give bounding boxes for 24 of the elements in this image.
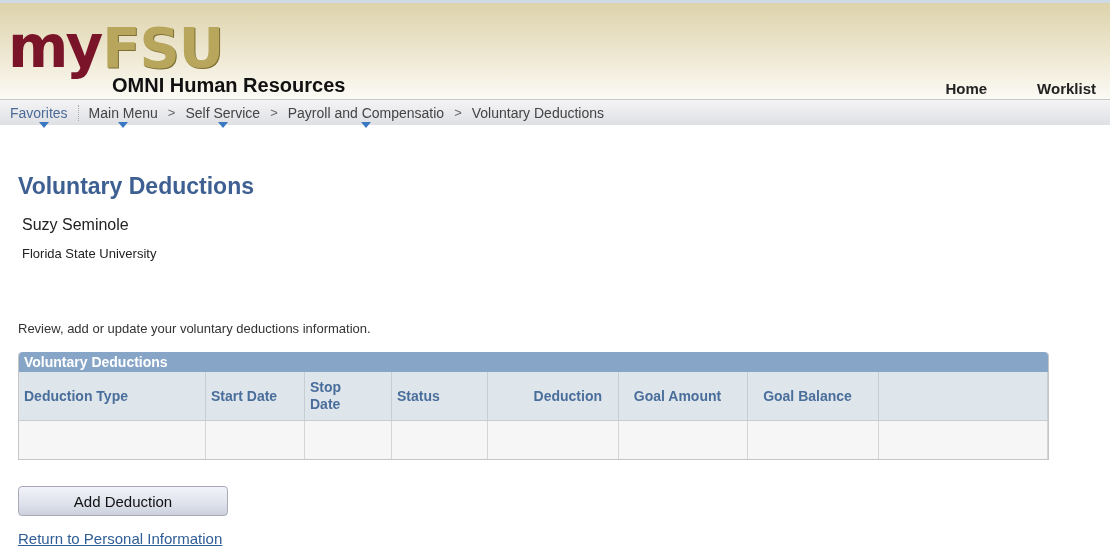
breadcrumb-link[interactable]: Self Service <box>185 104 261 121</box>
column-header: Status <box>392 372 488 421</box>
person-name: Suzy Seminole <box>22 216 130 234</box>
column-header: Deduction <box>488 372 619 421</box>
breadcrumb-separator: > <box>270 105 278 120</box>
organization-name: Florida State University <box>22 246 158 261</box>
breadcrumb-link[interactable]: Voluntary Deductions <box>471 104 605 121</box>
header-link[interactable]: Worklist <box>1037 80 1096 97</box>
breadcrumb-link[interactable]: Main Menu <box>88 104 158 121</box>
breadcrumb-separator: > <box>454 105 462 120</box>
column-header: Goal Amount <box>619 372 748 421</box>
breadcrumb-link[interactable]: Favorites <box>10 104 79 121</box>
return-link[interactable]: Return to Personal Information <box>18 530 223 547</box>
column-header: Deduction Type <box>19 372 206 421</box>
table-title: Voluntary Deductions <box>19 352 1048 372</box>
add-deduction-button[interactable]: Add Deduction <box>18 486 228 516</box>
column-header: Start Date <box>206 372 305 421</box>
column-header: Stop Date <box>305 372 392 421</box>
column-header: Goal Balance <box>748 372 879 421</box>
breadcrumb-link[interactable]: Payroll and Compensatio <box>287 104 445 121</box>
header-link[interactable]: Home <box>945 80 988 97</box>
instructions-text: Review, add or update your voluntary deductions information. <box>18 321 372 336</box>
page-title: Voluntary Deductions <box>18 173 255 200</box>
breadcrumb-separator: > <box>167 105 176 120</box>
